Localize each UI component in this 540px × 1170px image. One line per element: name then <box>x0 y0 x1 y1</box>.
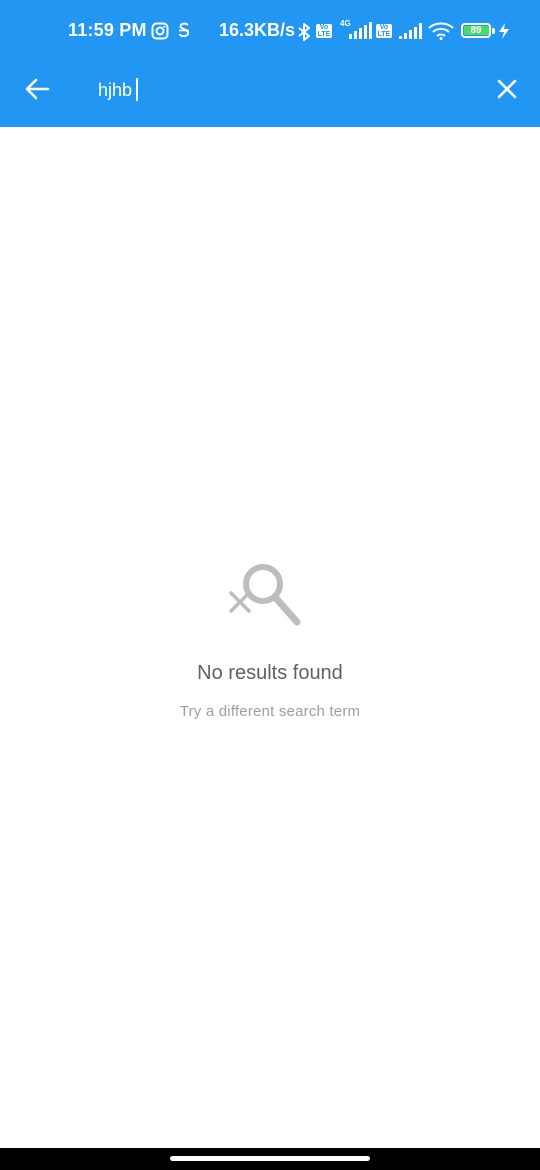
battery-tip <box>492 28 495 34</box>
volte-icon: Vo LTE <box>316 24 332 38</box>
navigation-bar <box>0 1148 540 1170</box>
wifi-icon <box>428 22 454 40</box>
close-icon <box>497 79 517 99</box>
charging-icon <box>499 23 509 39</box>
volte-label: Vo LTE <box>317 24 331 38</box>
arrow-left-icon <box>25 78 50 100</box>
search-off-icon <box>229 564 301 626</box>
status-bar: 11:59 PM 16.3KB/s Vo LTE 4G Vo LTE 89 <box>0 0 540 62</box>
instagram-icon <box>151 22 169 40</box>
signal-icon <box>349 22 372 39</box>
s-app-icon <box>178 22 190 38</box>
text-cursor <box>136 78 138 101</box>
battery-level: 89 <box>470 25 482 36</box>
clear-search-button[interactable] <box>486 70 528 110</box>
home-indicator[interactable] <box>170 1156 370 1161</box>
empty-state-subtitle: Try a different search term <box>179 703 361 720</box>
bluetooth-icon <box>298 23 310 41</box>
app-header: 11:59 PM 16.3KB/s Vo LTE 4G Vo LTE 89 hj… <box>0 0 540 127</box>
back-button[interactable] <box>18 70 60 110</box>
volte-label: Vo LTE <box>377 24 391 38</box>
network-speed: 16.3KB/s <box>219 20 296 40</box>
battery-icon: 89 <box>461 23 491 38</box>
status-time: 11:59 PM <box>68 20 147 40</box>
signal-icon <box>399 23 422 39</box>
empty-state-title: No results found <box>197 662 343 684</box>
volte-icon: Vo LTE <box>376 24 392 38</box>
search-input[interactable] <box>98 73 458 107</box>
